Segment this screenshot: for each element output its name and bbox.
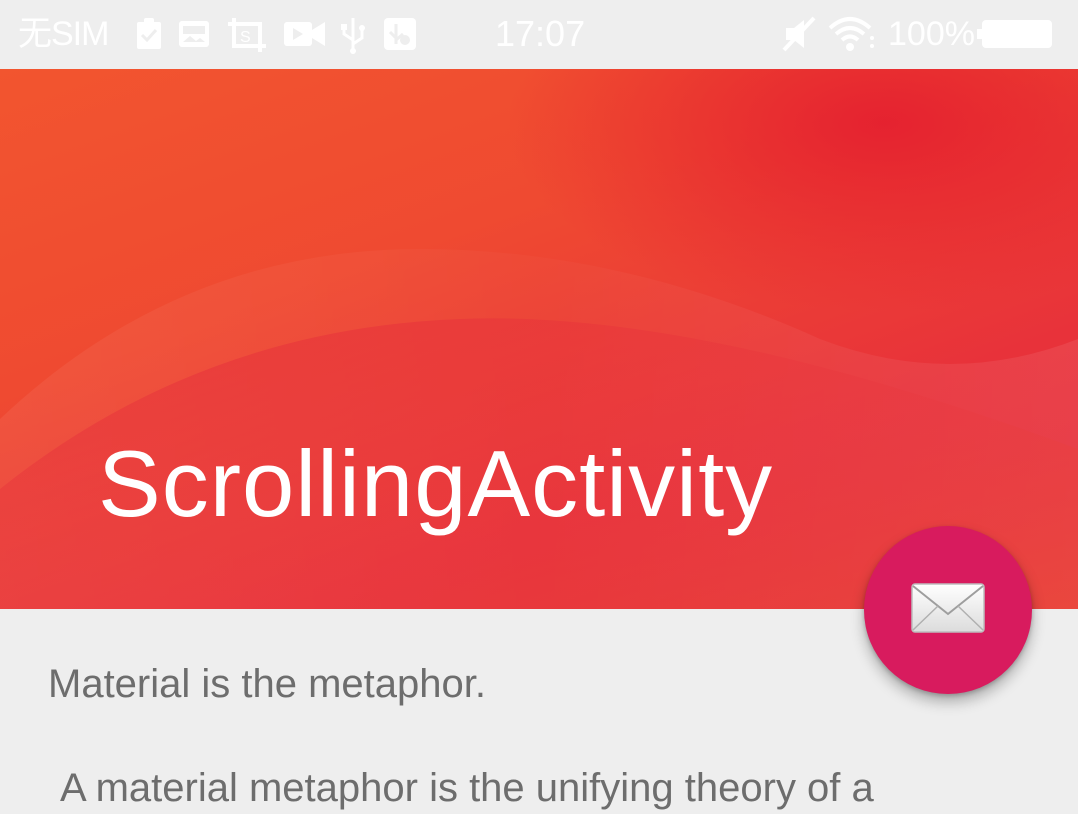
- svg-text:S: S: [240, 29, 251, 46]
- status-bar: 无SIM S 17:07 100%: [0, 0, 1078, 69]
- usb-icon: [340, 18, 366, 59]
- content-paragraph-1: Material is the metaphor.: [48, 662, 486, 706]
- gallery-icon: [178, 18, 210, 55]
- screenshot-icon: S: [228, 18, 266, 57]
- wifi-icon: [828, 16, 876, 57]
- clock: 17:07: [495, 13, 586, 54]
- app-bar-header: ScrollingActivity: [0, 69, 1078, 609]
- email-fab-button[interactable]: [864, 526, 1032, 694]
- silent-icon: [782, 16, 816, 57]
- clipboard-check-icon: [136, 18, 162, 55]
- video-camera-icon: [284, 18, 326, 55]
- carrier-label: 无SIM: [18, 15, 109, 53]
- content-paragraph-2: A material metaphor is the unifying theo…: [60, 766, 874, 810]
- page-title: ScrollingActivity: [98, 431, 774, 536]
- mail-icon: [910, 580, 986, 643]
- usb-debug-icon: [384, 18, 416, 55]
- battery-icon: [977, 20, 1052, 48]
- battery-percent: 100%: [888, 15, 975, 53]
